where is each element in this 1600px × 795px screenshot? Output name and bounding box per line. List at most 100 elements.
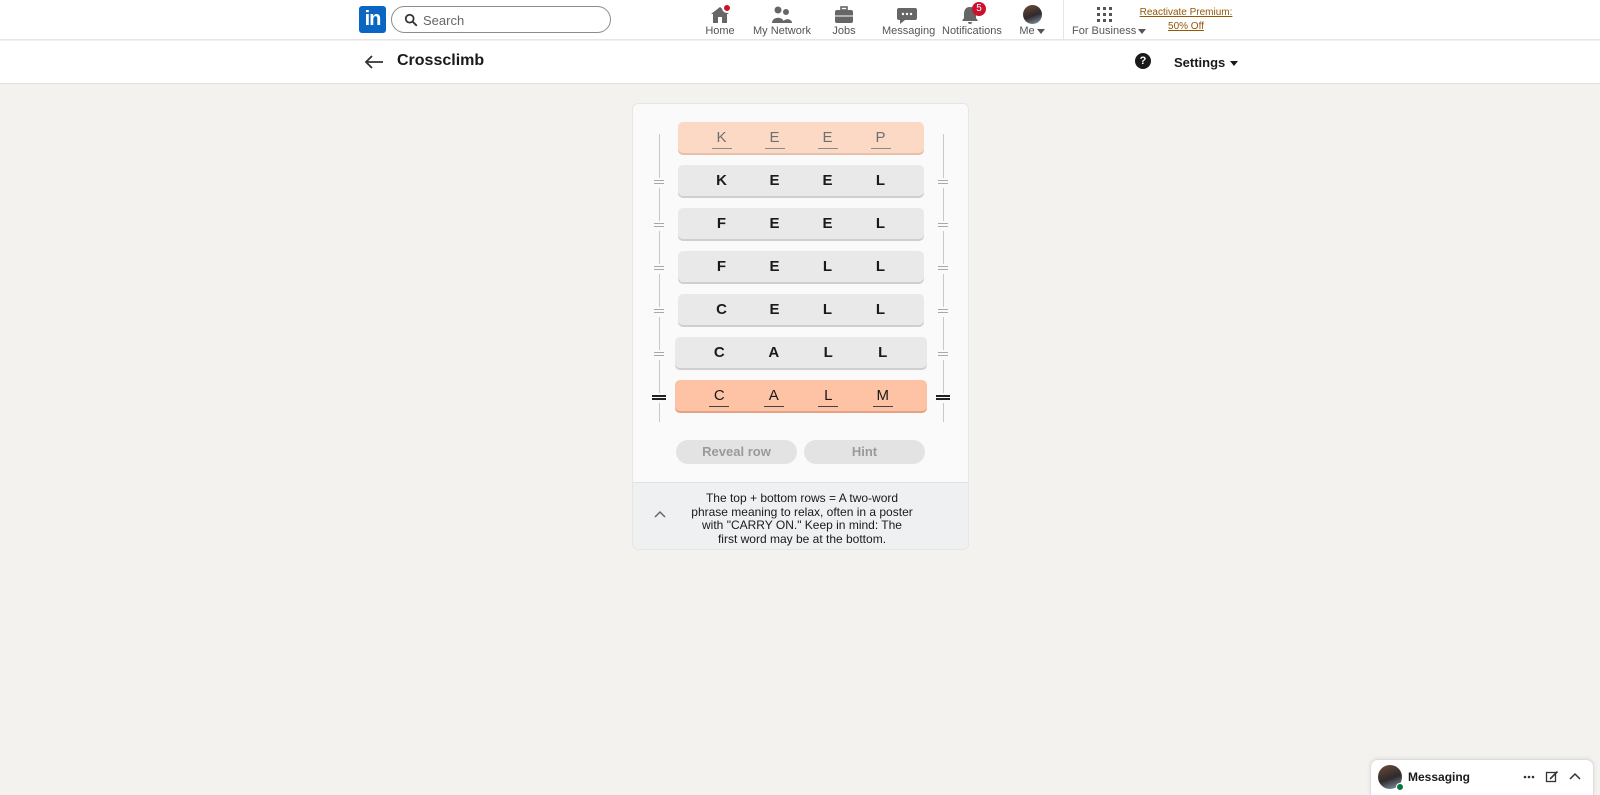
letter-cell: L	[816, 387, 840, 407]
equals-connector-icon	[654, 180, 664, 184]
rail-segment	[943, 134, 944, 178]
messaging-dock[interactable]: Messaging	[1370, 759, 1594, 795]
letter-cell: L	[822, 258, 833, 275]
letter-cell: E	[763, 129, 787, 149]
nav-my-network-label: My Network	[752, 25, 812, 37]
letter-cell: K	[710, 129, 734, 149]
crossclimb-board: KEEPKEELFEELFELLCELLCALLCALM Reveal row …	[632, 103, 969, 550]
letter-cell: A	[768, 344, 780, 361]
chevron-up-icon[interactable]	[653, 509, 667, 519]
apps-grid-icon	[1097, 7, 1112, 22]
equals-connector-icon	[654, 266, 664, 270]
rail-segment	[943, 317, 944, 350]
ladder-row[interactable]: CALL	[675, 337, 927, 368]
rail-segment	[659, 231, 660, 264]
home-notification-dot	[722, 3, 732, 13]
letter-cell: E	[822, 215, 833, 232]
rail-segment	[943, 360, 944, 393]
nav-for-business-text: For Business	[1072, 25, 1137, 37]
nav-for-business[interactable]: For Business	[1072, 3, 1147, 39]
nav-messaging-label: Messaging	[882, 25, 936, 37]
letter-cell: L	[878, 344, 888, 361]
briefcase-icon	[835, 6, 853, 23]
letter-cell: F	[716, 258, 727, 275]
nav-me-label: Me	[1016, 25, 1048, 37]
equals-connector-icon	[936, 395, 950, 400]
hint-button[interactable]: Hint	[804, 440, 925, 464]
letter-cell: E	[822, 172, 833, 189]
online-status-dot	[1396, 783, 1404, 791]
letter-cell: C	[716, 301, 727, 318]
rail-segment	[943, 403, 944, 422]
ladder-row[interactable]: FELL	[678, 251, 924, 282]
equals-connector-icon	[654, 223, 664, 227]
chevron-up-icon[interactable]	[1568, 770, 1582, 784]
equals-connector-icon	[654, 352, 664, 356]
equals-connector-icon	[652, 395, 666, 400]
right-ladder-rail	[936, 134, 950, 422]
nav-my-network[interactable]: My Network	[752, 3, 812, 39]
search-box[interactable]	[391, 6, 611, 33]
letter-cell: M	[871, 387, 895, 407]
ladder-row-endpoint[interactable]: CALM	[675, 380, 927, 411]
ladder-row[interactable]: CELL	[678, 294, 924, 325]
back-arrow-icon[interactable]	[364, 53, 384, 71]
nav-messaging[interactable]: Messaging	[882, 3, 936, 39]
compose-icon[interactable]	[1545, 770, 1559, 784]
settings-dropdown[interactable]: Settings	[1174, 55, 1239, 70]
messaging-title: Messaging	[1408, 770, 1471, 784]
rail-segment	[943, 188, 944, 221]
rail-segment	[943, 231, 944, 264]
equals-connector-icon	[938, 223, 948, 227]
linkedin-logo[interactable]: in	[359, 6, 386, 33]
page-title: Crossclimb	[397, 52, 485, 69]
rail-segment	[659, 274, 660, 307]
nav-home[interactable]: Home	[702, 3, 738, 39]
letter-cell: K	[716, 172, 727, 189]
search-input[interactable]	[423, 11, 603, 29]
profile-avatar	[1023, 5, 1042, 24]
clue-text: The top + bottom rows = A two-word phras…	[691, 491, 913, 546]
ladder-row[interactable]: FEEL	[678, 208, 924, 239]
equals-connector-icon	[938, 266, 948, 270]
premium-line-2: 50% Off	[1168, 21, 1204, 32]
ladder-row[interactable]: KEEL	[678, 165, 924, 196]
letter-cell: E	[769, 301, 780, 318]
top-nav: in Home My Network Jobs	[0, 0, 1600, 40]
left-ladder-rail	[652, 134, 666, 422]
letter-cell: L	[822, 301, 833, 318]
nav-home-label: Home	[705, 25, 735, 37]
letter-cell: C	[713, 344, 725, 361]
ladder-row-endpoint[interactable]: KEEP	[678, 122, 924, 153]
letter-cell: L	[875, 301, 886, 318]
premium-line-1: Reactivate Premium:	[1139, 7, 1233, 18]
equals-connector-icon	[654, 309, 664, 313]
nav-notifications-label: Notifications	[942, 25, 1002, 37]
nav-jobs-label: Jobs	[832, 25, 856, 37]
letter-cell: L	[875, 258, 886, 275]
nav-jobs[interactable]: Jobs	[826, 3, 862, 39]
equals-connector-icon	[938, 352, 948, 356]
nav-me[interactable]: Me	[1016, 3, 1048, 39]
nav-for-business-label: For Business	[1072, 25, 1147, 37]
rail-segment	[659, 188, 660, 221]
letter-cell: A	[762, 387, 786, 407]
rail-segment	[943, 274, 944, 307]
notifications-badge: 5	[972, 2, 986, 16]
search-icon	[404, 13, 418, 27]
nav-me-text: Me	[1019, 25, 1035, 37]
letter-cell: L	[823, 344, 833, 361]
nav-divider	[1063, 0, 1064, 40]
nav-notifications[interactable]: 5 Notifications	[942, 2, 1002, 39]
chevron-down-icon	[1036, 28, 1045, 34]
messaging-icon	[897, 8, 917, 24]
reactivate-premium-link[interactable]: Reactivate Premium: 50% Off	[1138, 6, 1234, 34]
help-icon[interactable]: ?	[1135, 53, 1151, 69]
letter-cell: P	[869, 129, 893, 149]
more-options-icon[interactable]	[1522, 770, 1536, 784]
letter-cell: L	[875, 215, 886, 232]
reveal-row-button[interactable]: Reveal row	[676, 440, 797, 464]
letter-cell: C	[707, 387, 731, 407]
letter-cell: L	[875, 172, 886, 189]
settings-label: Settings	[1174, 55, 1226, 70]
